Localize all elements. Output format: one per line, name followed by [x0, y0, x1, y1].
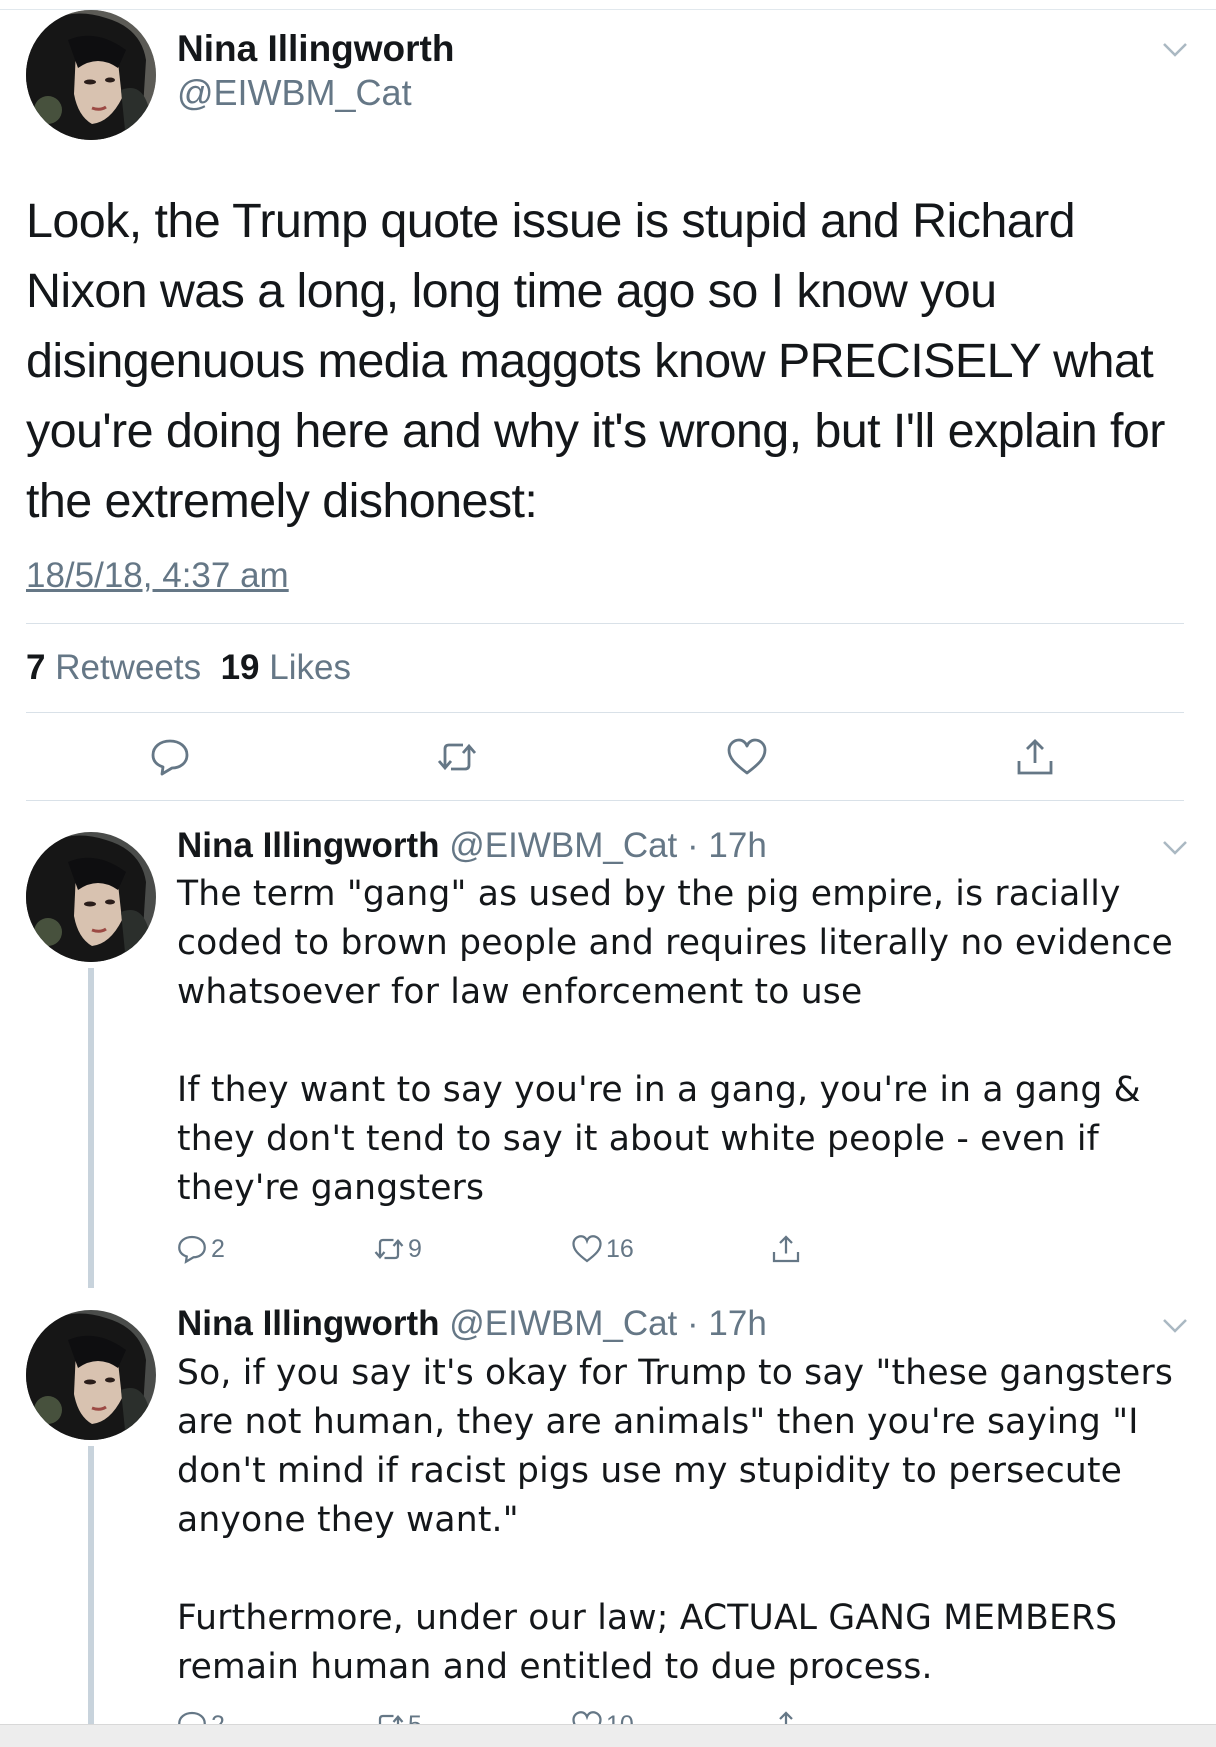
- author-handle-time[interactable]: @EIWBM_Cat · 17h: [449, 826, 767, 865]
- reply-count: 2: [211, 1234, 225, 1263]
- author-handle[interactable]: @EIWBM_Cat: [177, 72, 412, 114]
- bottom-bar: [0, 1724, 1216, 1747]
- share-icon: [772, 1235, 800, 1263]
- like-count: 16: [606, 1234, 634, 1263]
- divider: [26, 800, 1184, 801]
- likes-label[interactable]: Likes: [269, 648, 351, 687]
- tweet-timestamp[interactable]: 18/5/18, 4:37 am: [26, 556, 289, 596]
- like-icon: [572, 1235, 602, 1263]
- top-divider: [0, 9, 1216, 10]
- share-button[interactable]: [771, 1232, 801, 1266]
- avatar[interactable]: [26, 10, 156, 140]
- tweet-stats: 7 Retweets 19 Likes: [26, 648, 351, 688]
- like-icon[interactable]: [727, 737, 767, 777]
- thread-line: [88, 968, 94, 1288]
- avatar[interactable]: [26, 832, 156, 962]
- chevron-down-icon[interactable]: [1162, 840, 1188, 856]
- reply-text: The term "gang" as used by the pig empir…: [177, 874, 1173, 1208]
- retweet-button[interactable]: 9: [374, 1232, 422, 1266]
- divider: [26, 712, 1184, 713]
- reply-button[interactable]: 2: [177, 1232, 225, 1266]
- chevron-down-icon[interactable]: [1162, 42, 1188, 58]
- author-handle-time[interactable]: @EIWBM_Cat · 17h: [449, 1304, 767, 1343]
- retweets-label[interactable]: Retweets: [55, 648, 201, 687]
- like-button[interactable]: 16: [572, 1232, 634, 1266]
- share-icon[interactable]: [1015, 737, 1055, 777]
- retweets-count[interactable]: 7: [26, 648, 45, 687]
- divider: [26, 623, 1184, 624]
- reply-text: So, if you say it's okay for Trump to sa…: [177, 1353, 1174, 1687]
- reply-icon[interactable]: [150, 737, 190, 777]
- retweet-count: 9: [408, 1234, 422, 1263]
- retweet-icon[interactable]: [437, 737, 477, 777]
- author-name[interactable]: Nina Illingworth: [177, 826, 439, 865]
- avatar[interactable]: [26, 1310, 156, 1440]
- chevron-down-icon[interactable]: [1162, 1318, 1188, 1334]
- author-name[interactable]: Nina Illingworth: [177, 1304, 439, 1343]
- author-name[interactable]: Nina Illingworth: [177, 28, 454, 70]
- thread-line: [88, 1446, 94, 1724]
- tweet-text: Look, the Trump quote issue is stupid an…: [26, 194, 1165, 528]
- reply-header: Nina Illingworth @EIWBM_Cat · 17h: [177, 826, 767, 866]
- reply-icon: [178, 1235, 206, 1264]
- reply-header: Nina Illingworth @EIWBM_Cat · 17h: [177, 1304, 767, 1344]
- likes-count[interactable]: 19: [221, 648, 260, 687]
- retweet-icon: [374, 1238, 404, 1260]
